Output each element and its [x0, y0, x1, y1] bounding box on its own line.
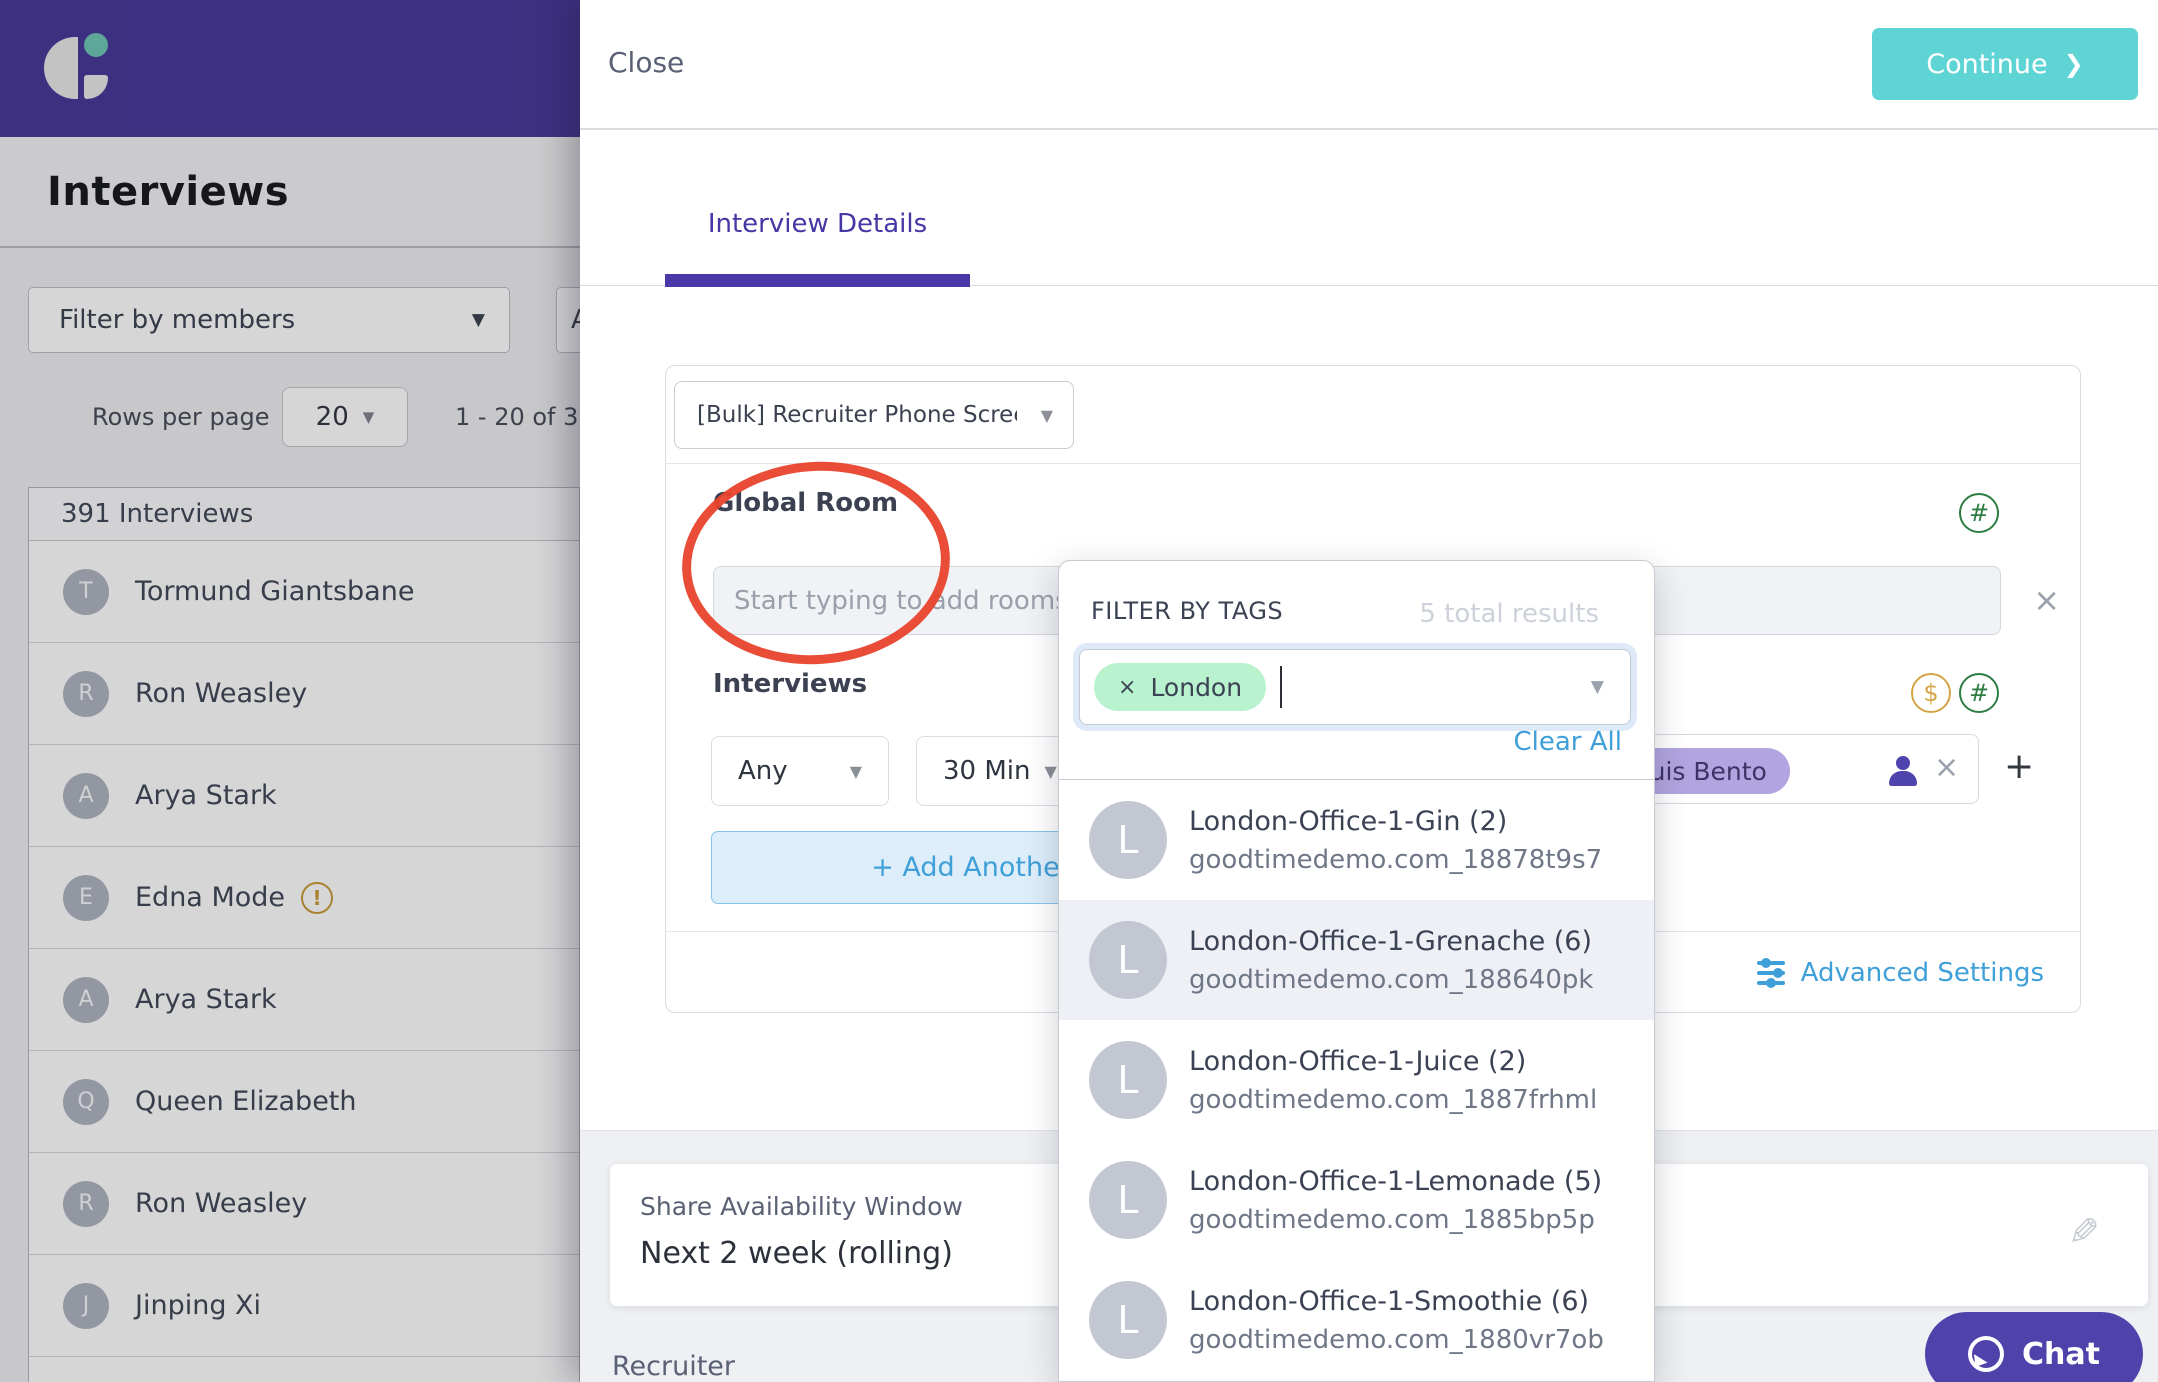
results-count: 5 total results	[1419, 599, 1599, 629]
edit-pencil-icon[interactable]: ✎	[2068, 1210, 2100, 1254]
hash-token-icon[interactable]: #	[1959, 493, 1999, 533]
screen: Interviews Filter by members ▼ A Rows pe…	[0, 0, 2158, 1382]
remove-assignee-icon[interactable]: ×	[1934, 750, 1959, 785]
room-avatar: L	[1089, 1281, 1167, 1359]
room-avatar: L	[1089, 921, 1167, 999]
active-tab-indicator	[665, 274, 970, 287]
chat-button[interactable]: Chat	[1925, 1312, 2143, 1382]
room-avatar: L	[1089, 1161, 1167, 1239]
room-results-list: L London-Office-1-Gin (2) goodtimedemo.c…	[1059, 779, 1654, 1380]
chevron-down-icon: ▼	[1044, 761, 1057, 781]
add-interviewer-button[interactable]: +	[2004, 746, 2034, 787]
tag-chip-london[interactable]: × London	[1094, 663, 1267, 711]
filter-by-tags-popup: FILTER BY TAGS 5 total results × London …	[1058, 560, 1655, 1382]
tab-strip: Interview Details	[580, 130, 2158, 287]
close-button[interactable]: Close	[608, 46, 684, 79]
tab-interview-details[interactable]: Interview Details	[665, 130, 970, 287]
interviewer-any-select[interactable]: Any ▼	[711, 736, 889, 806]
person-icon[interactable]	[1889, 756, 1917, 786]
clear-global-room-icon[interactable]: ×	[2033, 582, 2060, 618]
sliders-icon	[1756, 958, 1785, 988]
room-option[interactable]: L London-Office-1-Grenache (6) goodtimed…	[1059, 900, 1654, 1020]
chevron-down-icon: ▼	[1040, 405, 1053, 425]
advanced-settings-link[interactable]: Advanced Settings	[1756, 932, 2044, 1014]
room-option[interactable]: L London-Office-1-Gin (2) goodtimedemo.c…	[1059, 780, 1654, 900]
chevron-right-icon: ❯	[2063, 50, 2084, 78]
chat-bubble-icon	[1968, 1336, 2005, 1372]
room-avatar: L	[1089, 801, 1167, 879]
room-option[interactable]: L London-Office-1-Lemonade (5) goodtimed…	[1059, 1140, 1654, 1260]
interviews-section-label: Interviews	[713, 669, 868, 699]
text-caret	[1280, 666, 1283, 708]
popup-title: FILTER BY TAGS	[1091, 597, 1284, 625]
share-availability-label: Share Availability Window	[640, 1192, 963, 1221]
room-avatar: L	[1089, 1041, 1167, 1119]
remove-tag-icon[interactable]: ×	[1118, 675, 1136, 700]
modal-backdrop	[0, 0, 580, 1382]
modal-header: Close Continue ❯	[580, 0, 2158, 130]
chevron-down-icon: ▼	[849, 761, 862, 781]
recruiter-section-label: Recruiter	[612, 1351, 736, 1382]
interview-template-select[interactable]: [Bulk] Recruiter Phone Screen ▼	[674, 381, 1074, 449]
continue-button[interactable]: Continue ❯	[1872, 28, 2138, 100]
hash-token-icon[interactable]: #	[1959, 673, 1999, 713]
chevron-down-icon: ▼	[1590, 677, 1604, 697]
dollar-token-icon[interactable]: $	[1911, 673, 1951, 713]
tag-filter-input[interactable]: × London ▼	[1079, 649, 1631, 725]
template-section: [Bulk] Recruiter Phone Screen ▼	[666, 366, 2080, 464]
share-availability-value: Next 2 week (rolling)	[640, 1236, 953, 1271]
clear-all-link[interactable]: Clear All	[1514, 727, 1623, 757]
room-option[interactable]: L London-Office-1-Juice (2) goodtimedemo…	[1059, 1020, 1654, 1140]
room-option[interactable]: L London-Office-1-Smoothie (6) goodtimed…	[1059, 1260, 1654, 1380]
